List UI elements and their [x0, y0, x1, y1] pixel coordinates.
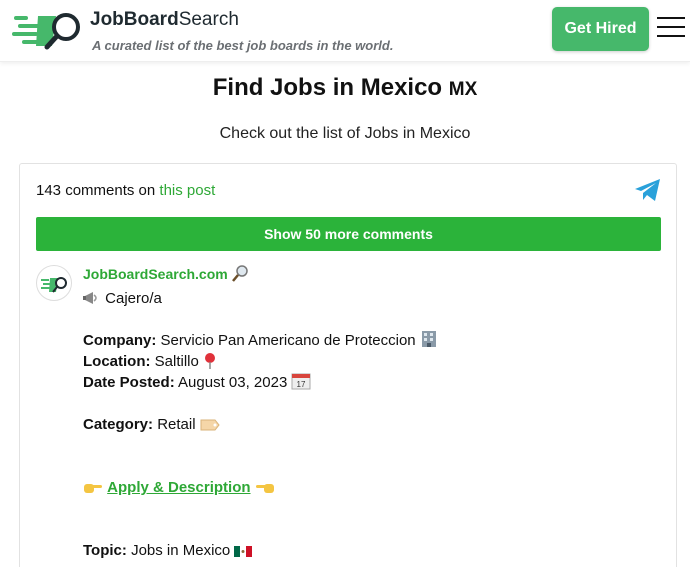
category-line: Category: Retail [83, 414, 643, 435]
page-title: Find Jobs in Mexico MX [212, 74, 478, 101]
job-title-line: Cajero/a [83, 288, 643, 309]
post-link[interactable]: this post [159, 182, 215, 199]
comments-count: 143 comments on this post [36, 182, 216, 199]
label-tag-icon [200, 417, 220, 438]
magnifier-icon [231, 265, 249, 285]
brand-name[interactable]: JobBoardSearch [90, 9, 239, 31]
post-body: Cajero/a Company: Servicio Pan Americano… [83, 288, 643, 561]
mexico-flag-icon [234, 543, 253, 564]
avatar-logo-icon [41, 277, 67, 293]
country-code: MX [448, 79, 478, 100]
topic-line: Topic: Jobs in Mexico [83, 540, 643, 561]
pointing-right-icon [83, 480, 103, 501]
site-header: JobBoardSearch A curated list of the bes… [0, 0, 690, 62]
page-subtitle: Check out the list of Jobs in Mexico [219, 125, 471, 142]
svg-text:17: 17 [297, 380, 306, 389]
hamburger-menu-icon[interactable] [657, 17, 687, 41]
calendar-icon: 17 [291, 372, 311, 396]
post-author[interactable]: JobBoardSearch.com [83, 265, 249, 285]
pointing-left-icon [255, 480, 275, 501]
apply-line: Apply & Description [83, 477, 643, 498]
telegram-icon[interactable] [634, 178, 662, 202]
comments-panel: 143 comments on this post Show 50 more c… [19, 163, 677, 567]
company-line: Company: Servicio Pan Americano de Prote… [83, 330, 643, 351]
megaphone-icon [83, 290, 101, 312]
location-line: Location: Saltillo [83, 351, 643, 372]
show-more-comments-button[interactable]: Show 50 more comments [36, 217, 661, 251]
apply-description-link[interactable]: Apply & Description [107, 479, 250, 496]
tagline: A curated list of the best job boards in… [92, 38, 394, 53]
date-line: Date Posted: August 03, 2023 17 [83, 372, 643, 393]
get-hired-button[interactable]: Get Hired [552, 7, 649, 51]
logo-icon[interactable] [12, 10, 84, 52]
avatar[interactable] [36, 265, 72, 301]
office-building-icon [420, 330, 438, 354]
